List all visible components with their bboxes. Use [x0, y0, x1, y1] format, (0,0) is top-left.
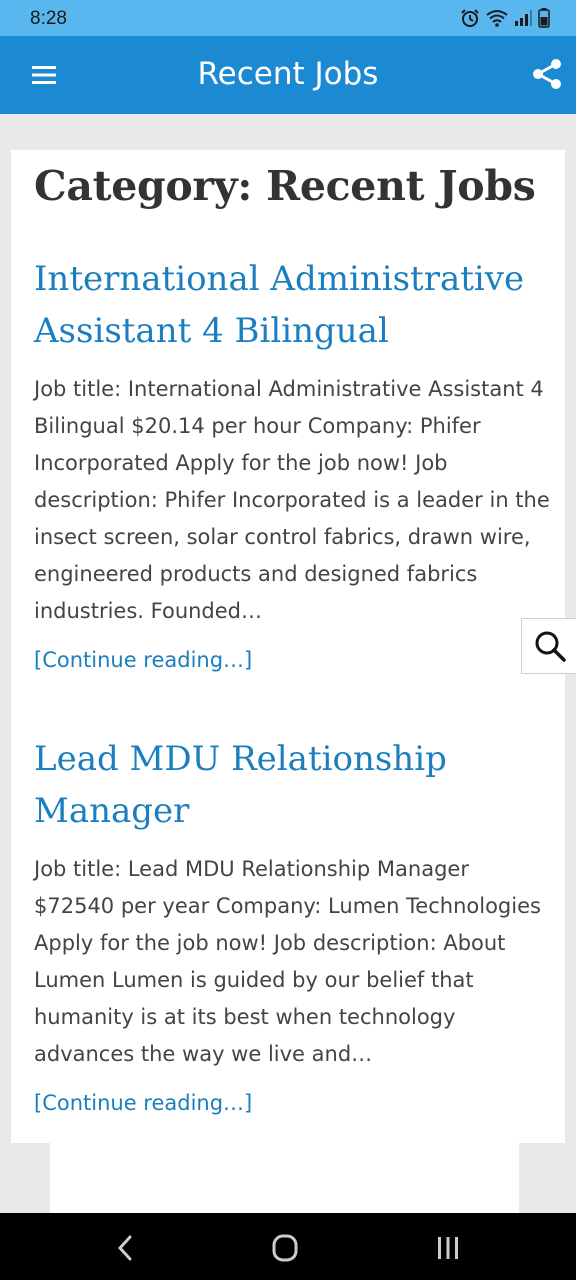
signal-icon	[514, 9, 532, 27]
wifi-icon	[486, 9, 508, 27]
app-bar: Recent Jobs	[0, 36, 576, 114]
post-item: International Administrative Assistant 4…	[34, 253, 554, 672]
home-icon[interactable]	[268, 1231, 302, 1265]
post-title-link[interactable]: International Administrative Assistant 4…	[34, 253, 554, 357]
post-item: Lead MDU Relationship Manager Job title:…	[34, 733, 554, 1115]
status-icons	[460, 8, 550, 28]
search-icon	[535, 631, 566, 662]
system-nav-bar	[0, 1213, 576, 1280]
ad-banner[interactable]	[50, 1143, 519, 1213]
app-title: Recent Jobs	[197, 56, 379, 92]
post-title-link[interactable]: Lead MDU Relationship Manager	[34, 733, 554, 837]
recent-apps-icon[interactable]	[431, 1231, 465, 1265]
status-bar: 8:28	[0, 0, 576, 36]
continue-reading-link[interactable]: [Continue reading…]	[34, 648, 252, 672]
share-icon[interactable]	[530, 57, 564, 91]
continue-reading-link[interactable]: [Continue reading…]	[34, 1091, 252, 1115]
alarm-icon	[460, 8, 480, 28]
content-card: Category: Recent Jobs International Admi…	[11, 150, 565, 1143]
search-button[interactable]	[521, 618, 576, 674]
battery-icon	[538, 8, 550, 28]
category-heading: Category: Recent Jobs	[34, 162, 536, 210]
back-icon[interactable]	[108, 1231, 142, 1265]
post-excerpt: Job title: International Administrative …	[34, 377, 550, 623]
status-time: 8:28	[30, 8, 67, 29]
post-excerpt: Job title: Lead MDU Relationship Manager…	[34, 857, 541, 1066]
